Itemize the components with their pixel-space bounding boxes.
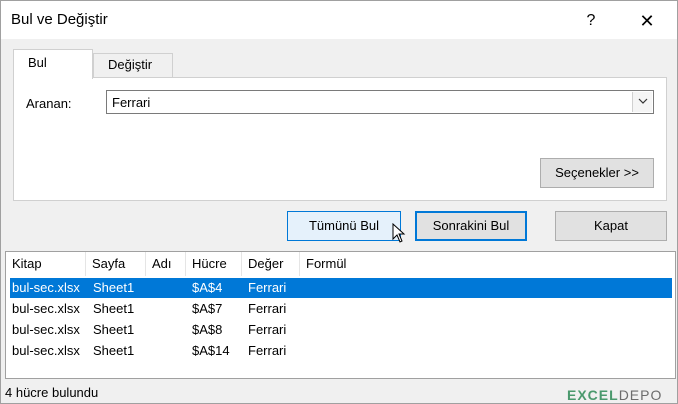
find-what-label: Aranan: (26, 96, 72, 111)
cell-sayfa: Sheet1 (93, 322, 135, 337)
find-all-button[interactable]: Tümünü Bul (287, 211, 401, 241)
column-header-formul[interactable]: Formül (300, 252, 676, 276)
mouse-pointer-icon (392, 223, 406, 243)
title-bar: Bul ve Değiştir ? ✕ (1, 1, 677, 39)
find-panel: Aranan: Ferrari Seçenekler >> (13, 77, 667, 201)
cell-hucre: $A$14 (192, 343, 230, 358)
cell-deger: Ferrari (248, 343, 287, 358)
cell-kitap: bul-sec.xlsx (12, 322, 80, 337)
cell-sayfa: Sheet1 (93, 301, 135, 316)
find-replace-dialog: Bul ve Değiştir ? ✕ Bul Değiştir Aranan:… (0, 0, 678, 404)
cell-kitap: bul-sec.xlsx (12, 343, 80, 358)
close-button[interactable]: Kapat (555, 211, 667, 241)
tab-find[interactable]: Bul (13, 49, 93, 79)
help-button[interactable]: ? (573, 7, 609, 35)
cell-deger: Ferrari (248, 280, 287, 295)
column-header-hucre[interactable]: Hücre (186, 252, 242, 276)
cell-kitap: bul-sec.xlsx (12, 280, 80, 295)
tab-replace-label: Değiştir (108, 57, 153, 72)
cell-deger: Ferrari (248, 322, 287, 337)
column-header-kitap[interactable]: Kitap (6, 252, 86, 276)
cell-hucre: $A$4 (192, 280, 223, 295)
watermark-part1: EXCEL (567, 387, 619, 403)
cell-sayfa: Sheet1 (93, 343, 135, 358)
dialog-title: Bul ve Değiştir (11, 11, 108, 28)
cell-deger: Ferrari (248, 301, 287, 316)
options-button[interactable]: Seçenekler >> (540, 158, 654, 188)
tab-find-label: Bul (28, 55, 47, 70)
tab-replace[interactable]: Değiştir (93, 53, 173, 77)
result-row[interactable]: bul-sec.xlsx Sheet1 $A$8 Ferrari (10, 320, 672, 340)
watermark-part2: DEPO (618, 387, 663, 403)
find-what-combobox[interactable]: Ferrari (106, 90, 654, 114)
find-what-value[interactable]: Ferrari (112, 95, 150, 110)
cell-hucre: $A$8 (192, 322, 223, 337)
find-next-button[interactable]: Sonrakini Bul (415, 211, 527, 241)
watermark-logo: EXCELDEPO (567, 387, 662, 403)
cell-kitap: bul-sec.xlsx (12, 301, 80, 316)
result-row[interactable]: bul-sec.xlsx Sheet1 $A$4 Ferrari (10, 278, 672, 298)
dropdown-arrow-button[interactable] (632, 92, 652, 112)
status-text: 4 hücre bulundu (5, 385, 99, 400)
column-header-deger[interactable]: Değer (242, 252, 300, 276)
column-header-sayfa[interactable]: Sayfa (86, 252, 146, 276)
close-window-button[interactable]: ✕ (629, 7, 665, 35)
result-row[interactable]: bul-sec.xlsx Sheet1 $A$7 Ferrari (10, 299, 672, 319)
cell-hucre: $A$7 (192, 301, 223, 316)
cell-sayfa: Sheet1 (93, 280, 135, 295)
result-row[interactable]: bul-sec.xlsx Sheet1 $A$14 Ferrari (10, 341, 672, 361)
results-list[interactable]: Kitap Sayfa Adı Hücre Değer Formül bul-s… (5, 251, 676, 379)
column-header-adi[interactable]: Adı (146, 252, 186, 276)
chevron-down-icon (638, 98, 648, 104)
